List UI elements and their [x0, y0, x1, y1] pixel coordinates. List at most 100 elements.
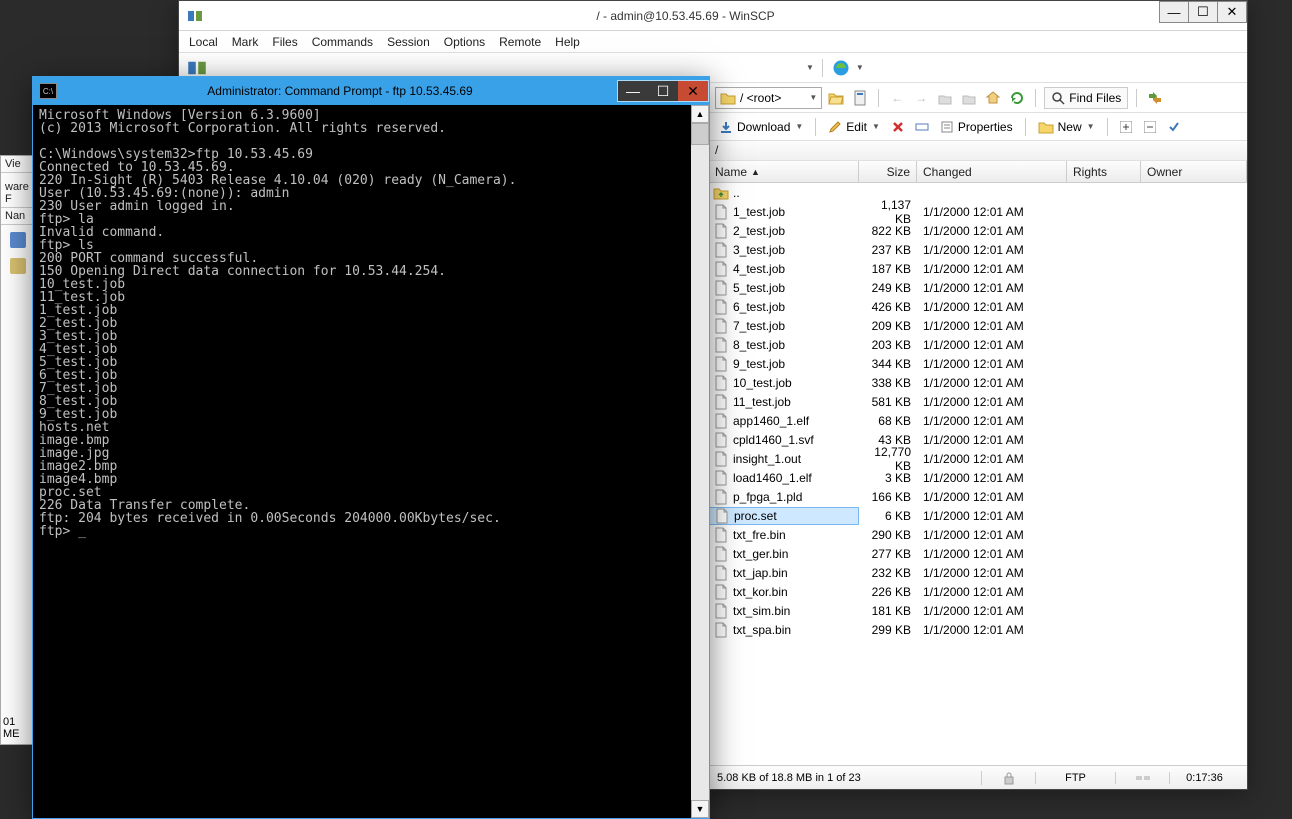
- session-dropdown-icon[interactable]: ▼: [806, 63, 814, 72]
- edit-button[interactable]: Edit ▼: [824, 116, 884, 138]
- file-row[interactable]: proc.set6 KB1/1/2000 12:01 AM: [709, 506, 1247, 525]
- file-size: 1,137 KB: [859, 198, 917, 226]
- file-row[interactable]: 4_test.job187 KB1/1/2000 12:01 AM: [709, 259, 1247, 278]
- session-tab-icon[interactable]: [187, 58, 207, 78]
- file-size: 299 KB: [859, 623, 917, 637]
- parent-dir-row[interactable]: ..: [709, 183, 1247, 202]
- menu-local[interactable]: Local: [189, 35, 218, 49]
- winscp-close-button[interactable]: ✕: [1217, 1, 1247, 23]
- file-row[interactable]: 11_test.job581 KB1/1/2000 12:01 AM: [709, 392, 1247, 411]
- file-row[interactable]: 7_test.job 209 KB1/1/2000 12:01 AM: [709, 316, 1247, 335]
- open-folder-icon[interactable]: [826, 88, 846, 108]
- winscp-menubar: Local Mark Files Commands Session Option…: [179, 31, 1247, 53]
- transfer-settings-icon[interactable]: [831, 58, 851, 78]
- menu-files[interactable]: Files: [272, 35, 297, 49]
- menu-session[interactable]: Session: [387, 35, 430, 49]
- file-row[interactable]: app1460_1.elf68 KB1/1/2000 12:01 AM: [709, 411, 1247, 430]
- file-row[interactable]: txt_kor.bin226 KB1/1/2000 12:01 AM: [709, 582, 1247, 601]
- nav-back-icon[interactable]: ←: [887, 88, 907, 108]
- col-header-rights[interactable]: Rights: [1067, 161, 1141, 182]
- scroll-thumb[interactable]: [691, 123, 709, 145]
- col-header-changed[interactable]: Changed: [917, 161, 1067, 182]
- scroll-track[interactable]: [691, 145, 709, 800]
- find-files-button[interactable]: Find Files: [1044, 87, 1128, 109]
- file-row[interactable]: 6_test.job426 KB1/1/2000 12:01 AM: [709, 297, 1247, 316]
- nav-up-icon[interactable]: [935, 88, 955, 108]
- file-row[interactable]: 8_test.job203 KB1/1/2000 12:01 AM: [709, 335, 1247, 354]
- rename-icon[interactable]: [912, 117, 932, 137]
- cmd-maximize-button[interactable]: ☐: [648, 81, 678, 101]
- menu-options[interactable]: Options: [444, 35, 485, 49]
- file-size: 232 KB: [859, 566, 917, 580]
- file-row[interactable]: cpld1460_1.svf43 KB1/1/2000 12:01 AM: [709, 430, 1247, 449]
- menu-remote[interactable]: Remote: [499, 35, 541, 49]
- remote-path-selector[interactable]: / <root> ▼: [715, 87, 822, 109]
- file-row[interactable]: 2_test.job822 KB1/1/2000 12:01 AM: [709, 221, 1247, 240]
- file-row[interactable]: txt_sim.bin181 KB1/1/2000 12:01 AM: [709, 601, 1247, 620]
- file-row[interactable]: 9_test.job344 KB1/1/2000 12:01 AM: [709, 354, 1247, 373]
- new-button[interactable]: New ▼: [1034, 116, 1099, 138]
- connection-icon: [1115, 772, 1169, 784]
- cmd-output[interactable]: Microsoft Windows [Version 6.3.9600] (c)…: [33, 105, 691, 818]
- cmd-titlebar[interactable]: C:\ Administrator: Command Prompt - ftp …: [33, 77, 709, 105]
- winscp-titlebar[interactable]: / - admin@10.53.45.69 - WinSCP — ☐ ✕: [179, 1, 1247, 31]
- file-size: 237 KB: [859, 243, 917, 257]
- file-row[interactable]: 3_test.job237 KB1/1/2000 12:01 AM: [709, 240, 1247, 259]
- properties-icon: [940, 120, 954, 134]
- file-row[interactable]: insight_1.out12,770 KB1/1/2000 12:01 AM: [709, 449, 1247, 468]
- file-row[interactable]: txt_jap.bin232 KB1/1/2000 12:01 AM: [709, 563, 1247, 582]
- file-size: 187 KB: [859, 262, 917, 276]
- scroll-up-icon[interactable]: ▲: [691, 105, 709, 123]
- col-header-name[interactable]: Name▲: [709, 161, 859, 182]
- menu-commands[interactable]: Commands: [312, 35, 373, 49]
- delete-icon[interactable]: [888, 117, 908, 137]
- sync-browse-icon[interactable]: [1145, 88, 1165, 108]
- file-row[interactable]: p_fpga_1.pld166 KB1/1/2000 12:01 AM: [709, 487, 1247, 506]
- nav-root-icon[interactable]: [959, 88, 979, 108]
- file-row[interactable]: load1460_1.elf3 KB1/1/2000 12:01 AM: [709, 468, 1247, 487]
- file-changed: 1/1/2000 12:01 AM: [917, 319, 1067, 333]
- col-header-size[interactable]: Size: [859, 161, 917, 182]
- file-name: cpld1460_1.svf: [733, 433, 814, 447]
- file-size: 3 KB: [859, 471, 917, 485]
- cmd-scrollbar[interactable]: ▲ ▼: [691, 105, 709, 818]
- check-icon[interactable]: [1164, 117, 1184, 137]
- file-size: 12,770 KB: [859, 445, 917, 473]
- properties-button[interactable]: Properties: [936, 116, 1017, 138]
- lock-icon: [981, 771, 1035, 785]
- bookmark-icon[interactable]: [850, 88, 870, 108]
- file-name: 7_test.job: [733, 319, 785, 333]
- new-label: New: [1058, 120, 1082, 134]
- file-row[interactable]: 5_test.job249 KB1/1/2000 12:01 AM: [709, 278, 1247, 297]
- refresh-icon[interactable]: [1007, 88, 1027, 108]
- scroll-down-icon[interactable]: ▼: [691, 800, 709, 818]
- file-name: txt_spa.bin: [733, 623, 791, 637]
- menu-mark[interactable]: Mark: [232, 35, 259, 49]
- file-row[interactable]: 1_test.job1,137 KB1/1/2000 12:01 AM: [709, 202, 1247, 221]
- plus-icon[interactable]: [1116, 117, 1136, 137]
- file-changed: 1/1/2000 12:01 AM: [917, 623, 1067, 637]
- new-dropdown-icon: ▼: [1087, 122, 1095, 131]
- edit-label: Edit: [846, 120, 867, 134]
- file-name: app1460_1.elf: [733, 414, 809, 428]
- cmd-minimize-button[interactable]: —: [618, 81, 648, 101]
- transfer-dropdown-icon[interactable]: ▼: [856, 63, 864, 72]
- file-row[interactable]: txt_ger.bin277 KB1/1/2000 12:01 AM: [709, 544, 1247, 563]
- download-button[interactable]: Download ▼: [715, 116, 807, 138]
- file-size: 209 KB: [859, 319, 917, 333]
- file-row[interactable]: txt_spa.bin 299 KB1/1/2000 12:01 AM: [709, 620, 1247, 639]
- winscp-maximize-button[interactable]: ☐: [1188, 1, 1218, 23]
- home-icon[interactable]: [983, 88, 1003, 108]
- remote-file-list[interactable]: .. 1_test.job1,137 KB1/1/2000 12:01 AM2_…: [709, 183, 1247, 765]
- nav-forward-icon[interactable]: →: [911, 88, 931, 108]
- cmd-close-button[interactable]: ✕: [678, 81, 708, 101]
- file-icon: [713, 242, 729, 258]
- winscp-minimize-button[interactable]: —: [1159, 1, 1189, 23]
- col-header-owner[interactable]: Owner: [1141, 161, 1247, 182]
- file-changed: 1/1/2000 12:01 AM: [917, 338, 1067, 352]
- minus-icon[interactable]: [1140, 117, 1160, 137]
- file-row[interactable]: txt_fre.bin290 KB1/1/2000 12:01 AM: [709, 525, 1247, 544]
- file-row[interactable]: 10_test.job338 KB1/1/2000 12:01 AM: [709, 373, 1247, 392]
- menu-help[interactable]: Help: [555, 35, 580, 49]
- file-size: 166 KB: [859, 490, 917, 504]
